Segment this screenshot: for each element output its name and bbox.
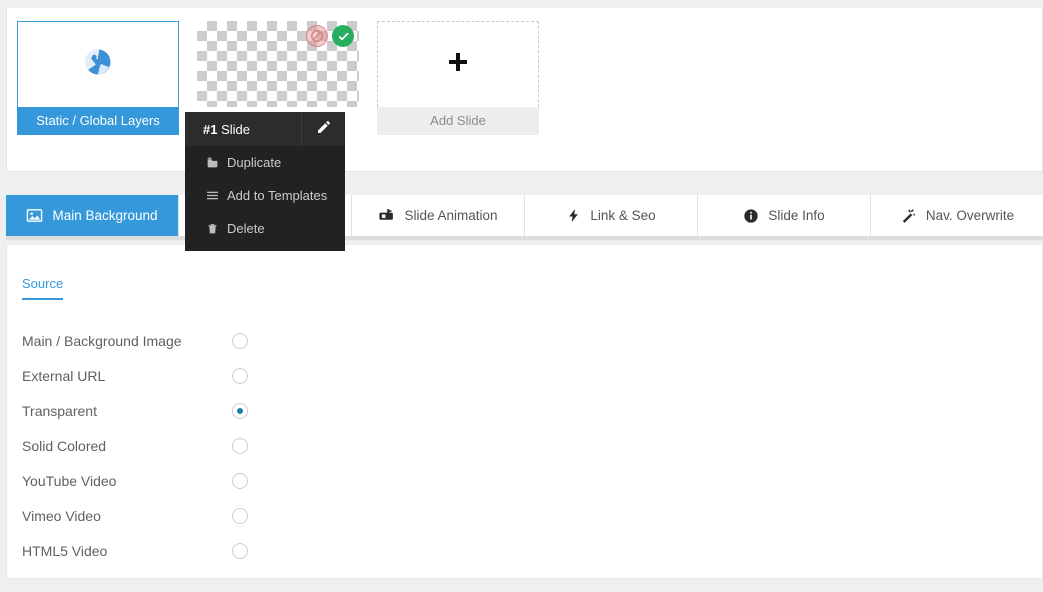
slide-context-menu: #1 Slide Duplicate Add to Templates Dele… [185,112,345,251]
check-circle-icon[interactable] [332,25,354,47]
context-menu-item-delete[interactable]: Delete [185,212,345,245]
context-menu-header: #1 Slide [185,112,345,146]
globe-icon [83,47,113,82]
context-menu-item-add-to-templates[interactable]: Add to Templates [185,179,345,212]
context-menu-item-duplicate[interactable]: Duplicate [185,146,345,179]
source-option-label: Vimeo Video [22,507,101,524]
edit-slide-button[interactable] [301,112,345,146]
static-global-layers-label: Static / Global Layers [17,107,179,135]
trash-icon [203,222,221,235]
bolt-icon [566,208,581,223]
source-option-radio-main-background-image[interactable] [232,332,248,349]
source-option-label: Transparent [22,402,97,419]
source-option-radio-transparent[interactable] [232,402,248,419]
source-option-radio-youtube-video[interactable] [232,472,248,489]
image-icon [26,207,43,224]
duplicate-icon [203,156,221,169]
tab-label: Slide Info [768,208,825,223]
tab-label: Nav. Overwrite [925,208,1015,223]
info-icon [743,208,759,224]
context-menu-item-label: Add to Templates [227,188,328,203]
source-option-label: Main / Background Image [22,332,182,349]
context-menu-item-label: Delete [227,221,265,236]
static-global-layers-card[interactable]: Static / Global Layers [17,21,179,135]
source-option-radio-external-url[interactable] [232,367,248,384]
no-entry-icon[interactable] [306,25,328,47]
context-menu-item-label: Duplicate [227,155,282,170]
source-option-radio-html5-video[interactable] [232,542,248,559]
slides-strip-panel: Static / Global Layers Add Slide [6,8,1043,172]
tab-main-background[interactable]: Main Background [6,195,179,236]
add-slide-thumbnail[interactable] [377,21,539,107]
source-option-label: Solid Colored [22,437,107,454]
plus-icon [446,50,470,80]
pencil-icon [316,119,332,140]
context-menu-title-text: Slide [221,121,251,137]
slide-badges [306,25,354,47]
tab-slide-animation[interactable]: Slide Animation [352,195,525,236]
add-slide-label[interactable]: Add Slide [377,107,539,135]
context-menu-title-number: #1 [203,121,218,137]
main-background-panel: Source Main / Background Image External … [6,245,1043,579]
tab-nav-overwrite[interactable]: Nav. Overwrite [871,195,1043,236]
tab-label: Link & Seo [590,208,656,223]
add-slide-card[interactable]: Add Slide [377,21,539,135]
source-option-row[interactable]: HTML5 Video [22,533,252,568]
static-global-layers-thumbnail[interactable] [17,21,179,107]
source-option-radio-vimeo-video[interactable] [232,507,248,524]
source-option-row[interactable]: Main / Background Image [22,323,252,358]
source-option-row[interactable]: External URL [22,358,252,393]
source-option-radio-solid-colored[interactable] [232,437,248,454]
source-option-row[interactable]: Solid Colored [22,428,252,463]
magic-wand-icon [900,207,917,224]
tab-label: Main Background [52,208,158,223]
section-tab-bar: Source [22,275,64,300]
tab-label: Slide Animation [404,208,498,223]
list-icon [203,189,221,202]
source-option-row[interactable]: Transparent [22,393,252,428]
editor-tab-bar: Main Background Thumbnail Slide Anim [6,195,1043,240]
source-option-label: External URL [22,367,106,384]
tab-link-and-seo[interactable]: Link & Seo [525,195,698,236]
source-option-label: YouTube Video [22,472,117,489]
source-option-row[interactable]: YouTube Video [22,463,252,498]
source-options-list: Main / Background Image External URL Tra… [22,323,252,568]
slider-editor-root: Static / Global Layers Add Slide #1 Slid… [0,0,1043,592]
source-option-row[interactable]: Vimeo Video [22,498,252,533]
context-menu-title: #1 Slide [185,122,301,137]
animation-icon [378,207,395,224]
source-option-label: HTML5 Video [22,542,108,559]
section-tab-source[interactable]: Source [22,276,64,300]
slide-thumbnail-1[interactable] [197,21,359,107]
tab-slide-info[interactable]: Slide Info [698,195,871,236]
